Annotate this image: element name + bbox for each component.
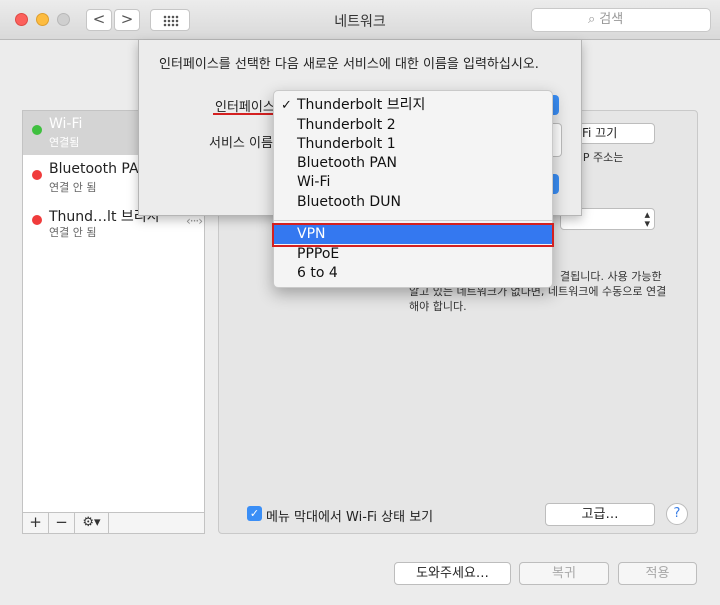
- checkmark-icon: ✓: [281, 98, 292, 113]
- window-titlebar: < > 네트워크 ⌕ 검색: [0, 0, 720, 40]
- service-status: 연결 안 됨: [49, 226, 97, 239]
- menu-item-label: Bluetooth PAN: [297, 155, 398, 171]
- gear-menu-button[interactable]: ⚙︎▾: [75, 513, 109, 533]
- status-dot-icon: [32, 125, 42, 135]
- service-status: 연결 안 됨: [49, 181, 97, 194]
- search-field[interactable]: ⌕ 검색: [531, 8, 711, 32]
- search-placeholder: 검색: [599, 12, 624, 27]
- status-dot-icon: [32, 170, 42, 180]
- menu-item-wifi[interactable]: Wi-Fi: [274, 173, 552, 192]
- menu-item-label: Wi-Fi: [297, 174, 331, 190]
- menu-item-6to4[interactable]: 6 to 4: [274, 264, 552, 283]
- thunderbolt-connector-icon: ‹···›: [186, 214, 203, 228]
- menu-item-thunderbolt-2[interactable]: Thunderbolt 2: [274, 116, 552, 135]
- interface-popup-menu: ✓ Thunderbolt 브리지 Thunderbolt 2 Thunderbo…: [273, 90, 553, 288]
- info-text-line: 결됩니다. 사용 가능한: [560, 270, 662, 283]
- menu-item-bluetooth-dun[interactable]: Bluetooth DUN: [274, 193, 552, 212]
- remove-service-button[interactable]: −: [49, 513, 75, 533]
- menubar-wifi-label: 메뉴 막대에서 Wi-Fi 상태 보기: [266, 510, 434, 525]
- search-icon: ⌕: [588, 12, 596, 27]
- menu-item-thunderbolt-1[interactable]: Thunderbolt 1: [274, 135, 552, 154]
- revert-button[interactable]: 복귀: [519, 562, 609, 585]
- assist-me-button[interactable]: 도와주세요…: [394, 562, 511, 585]
- sheet-prompt: 인터페이스를 선택한 다음 새로운 서비스에 대한 이름을 입력하십시오.: [159, 57, 539, 72]
- service-name: Bluetooth PAN: [49, 161, 150, 177]
- menu-item-label: Thunderbolt 1: [297, 136, 396, 152]
- checkmark-icon: ✓: [249, 507, 260, 520]
- menubar-wifi-checkbox[interactable]: ✓: [247, 506, 262, 521]
- menu-item-label: 6 to 4: [297, 265, 338, 281]
- service-list-toolbar: + − ⚙︎▾: [22, 513, 205, 534]
- apply-button[interactable]: 적용: [618, 562, 697, 585]
- service-name-label: 서비스 이름:: [209, 136, 278, 151]
- menu-item-label: Bluetooth DUN: [297, 194, 401, 210]
- menu-item-pppoe[interactable]: PPPoE: [274, 245, 552, 264]
- updown-chevron-icon: ▴ ▾: [644, 208, 650, 230]
- menu-item-thunderbolt-bridge[interactable]: ✓ Thunderbolt 브리지: [274, 96, 552, 115]
- menu-item-label: Thunderbolt 브리지: [297, 97, 426, 113]
- status-dot-icon: [32, 215, 42, 225]
- menu-separator: [274, 220, 552, 221]
- menu-item-label: PPPoE: [297, 246, 340, 262]
- info-text-line: 해야 합니다.: [409, 300, 467, 313]
- service-status: 연결됨: [49, 136, 80, 149]
- add-service-button[interactable]: +: [23, 513, 49, 533]
- menu-item-bluetooth-pan[interactable]: Bluetooth PAN: [274, 154, 552, 173]
- annotation-highlight-box: [272, 223, 554, 247]
- help-button[interactable]: ?: [666, 503, 688, 525]
- service-name: Wi-Fi: [49, 116, 83, 132]
- advanced-button[interactable]: 고급…: [545, 503, 655, 526]
- menu-item-label: Thunderbolt 2: [297, 117, 396, 133]
